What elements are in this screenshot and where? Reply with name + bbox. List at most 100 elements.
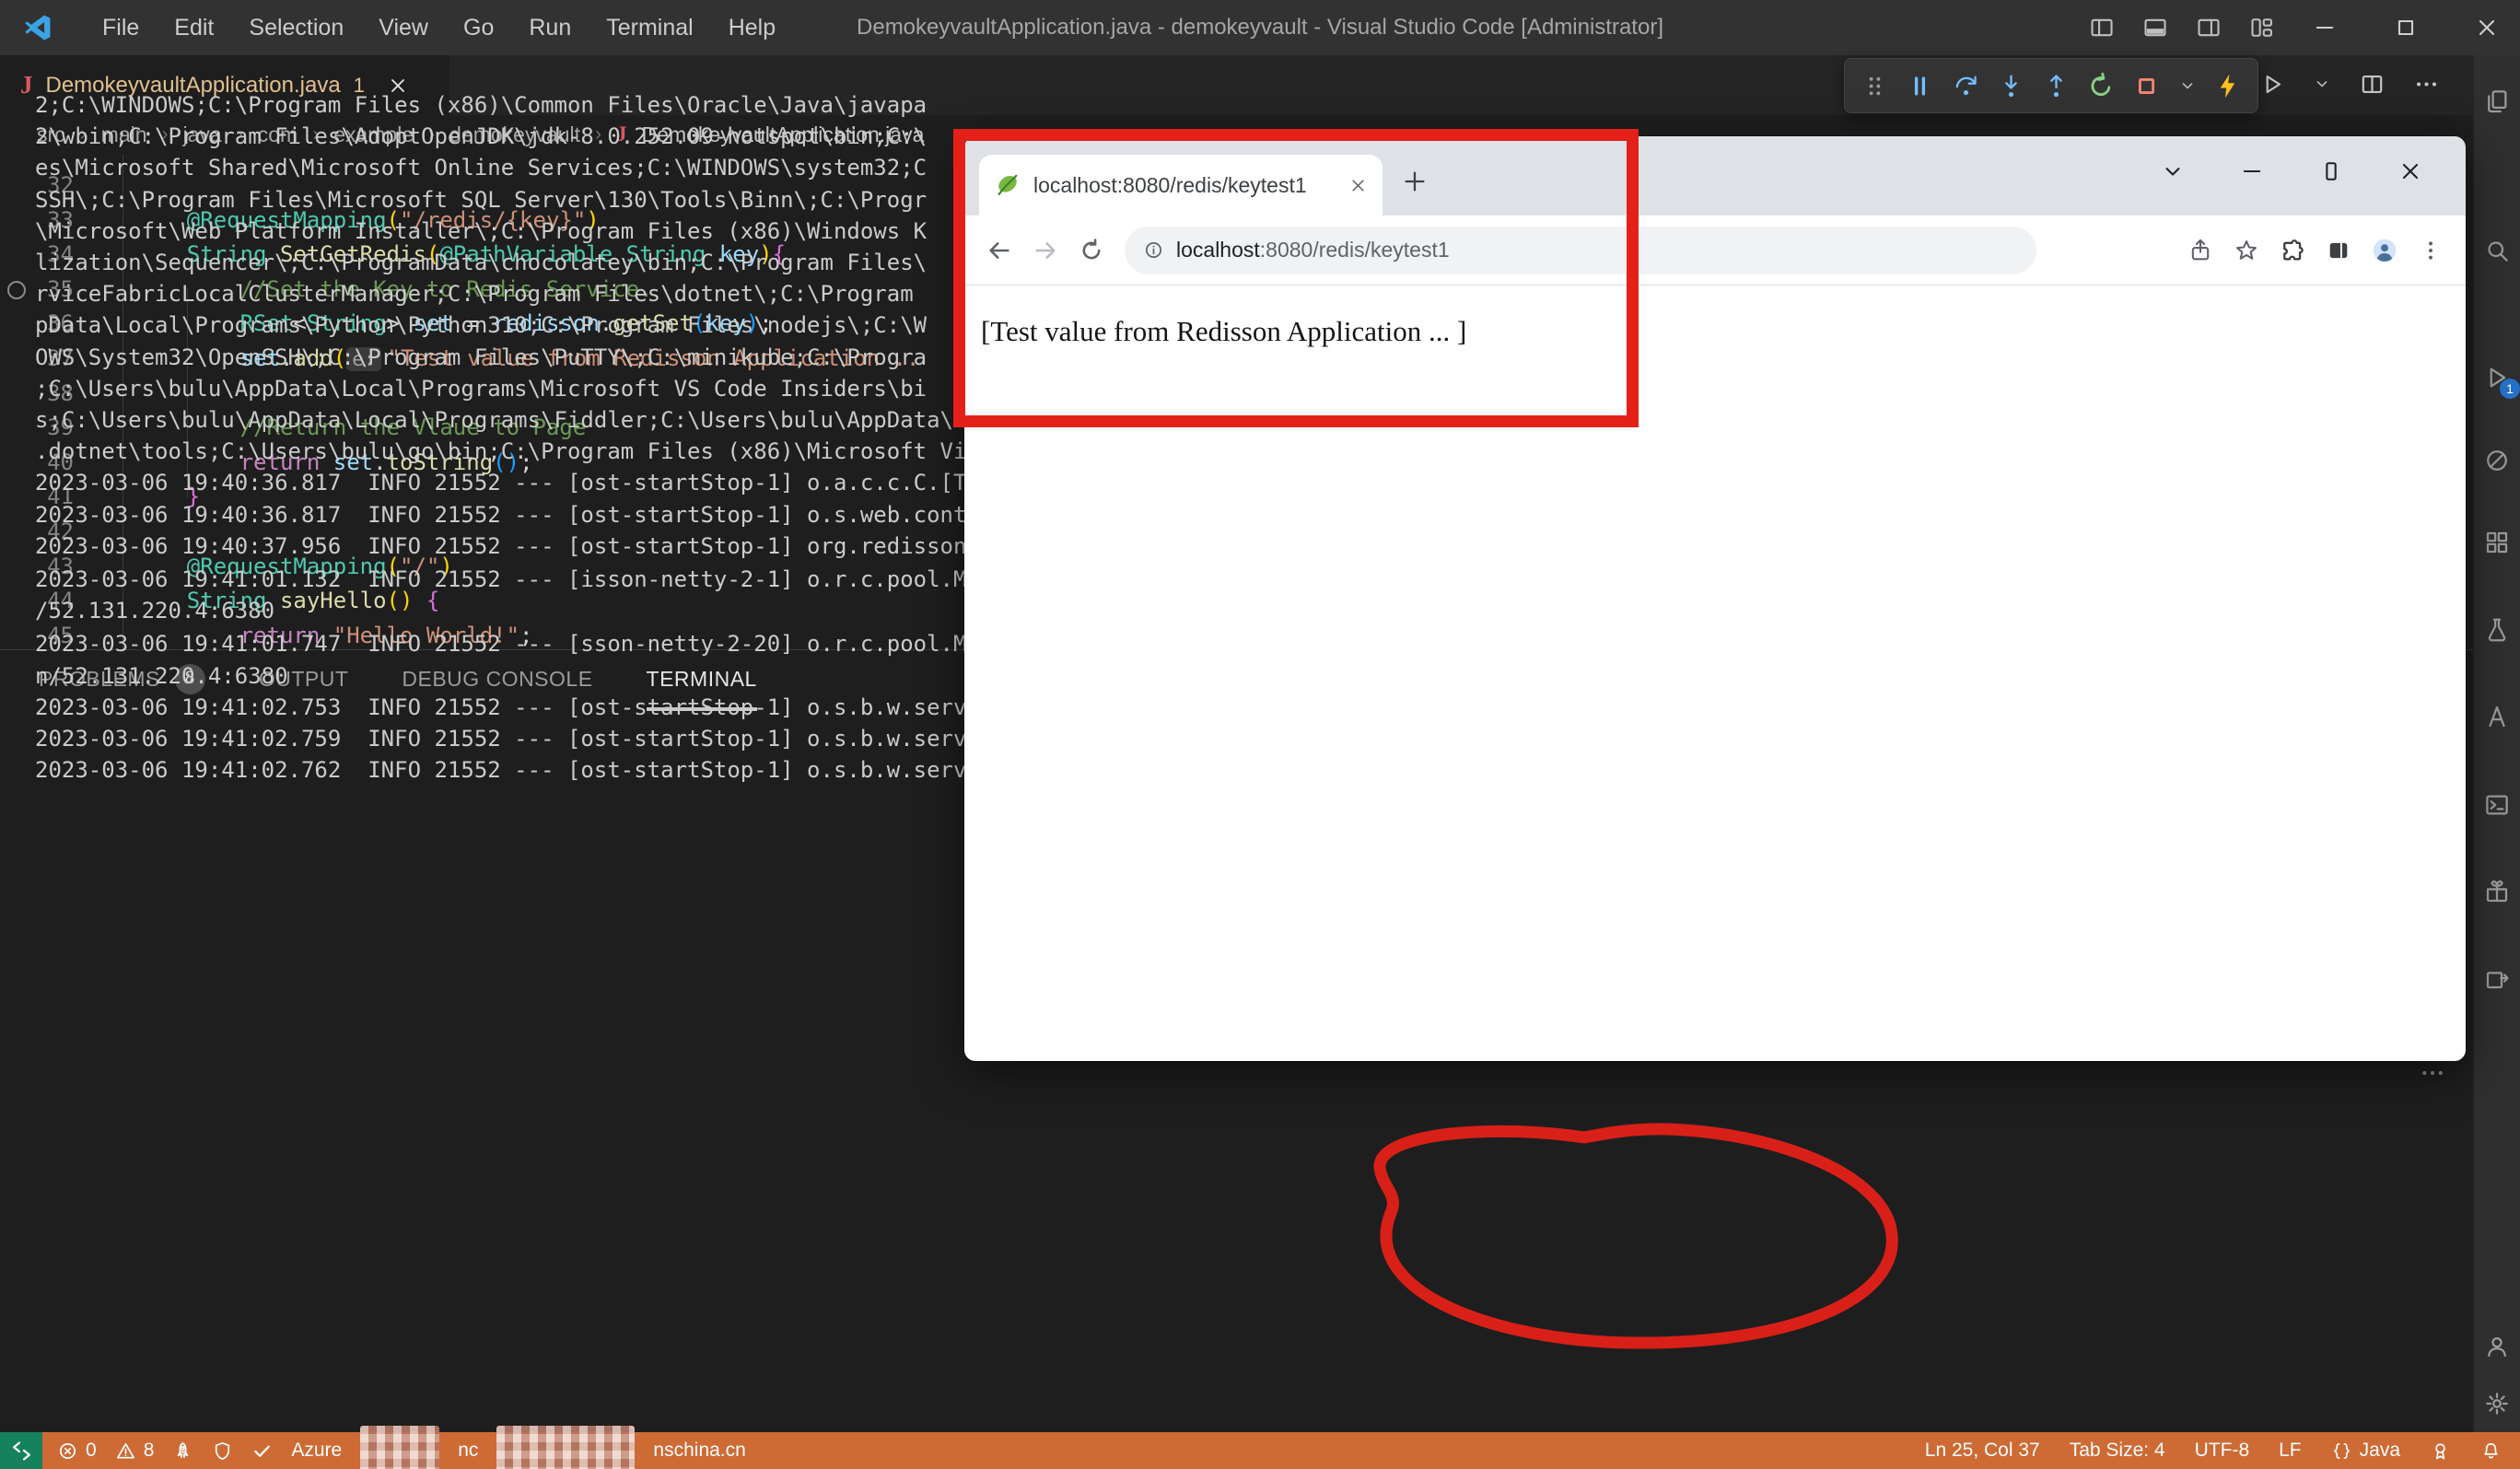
breakpoint-icon[interactable] [7, 280, 26, 299]
browser-minimize-icon[interactable] [2239, 158, 2265, 184]
gear-icon[interactable] [2483, 1390, 2511, 1417]
stop-icon[interactable] [2132, 72, 2161, 100]
maximize-icon[interactable] [2393, 15, 2419, 41]
menu-item-edit[interactable]: Edit [157, 0, 231, 55]
status-bar: 0 8 Azure nc nschina.cn Ln 25, Col 37 Tab Siz… [0, 1426, 2520, 1469]
status-text: Azure [291, 1440, 343, 1461]
forward-icon[interactable] [1032, 238, 1058, 263]
chevron-down-icon[interactable] [2313, 75, 2331, 93]
step-out-icon[interactable] [2042, 72, 2071, 100]
gift-icon[interactable] [2483, 878, 2511, 905]
status-text: Tab Size: 4 [2069, 1440, 2165, 1461]
close-x-icon[interactable] [2474, 15, 2500, 41]
pause-icon[interactable] [1906, 72, 1934, 100]
bell-icon [2480, 1440, 2502, 1462]
status-item-bell[interactable] [2480, 1440, 2502, 1462]
menu-item-file[interactable]: File [85, 0, 157, 55]
status-item[interactable]: nschina.cn [653, 1440, 745, 1462]
status-item[interactable]: UTF-8 [2195, 1440, 2250, 1462]
status-item[interactable]: Azure [291, 1440, 342, 1462]
circle-slash-icon[interactable] [2483, 447, 2511, 474]
layout-custom-icon[interactable] [2249, 15, 2275, 41]
browser-close-icon[interactable] [2398, 158, 2423, 184]
menu-item-terminal[interactable]: Terminal [589, 0, 710, 55]
package-icon[interactable] [2483, 964, 2511, 992]
browser-menu-chevron-icon[interactable] [2160, 158, 2186, 184]
share-icon[interactable] [2188, 238, 2213, 263]
status-left: 0 8 Azure nc nschina.cn [0, 1426, 746, 1469]
layout-controls [2089, 0, 2275, 55]
browser-tab-close-icon[interactable] [1348, 176, 1368, 195]
browser-content: [Test value from Redisson Application ..… [964, 286, 2466, 1061]
lightning-icon[interactable] [2213, 72, 2242, 100]
layout-panel-icon[interactable] [2142, 15, 2168, 41]
bookmark-star-icon[interactable] [2234, 238, 2259, 263]
status-item[interactable]: Ln 25, Col 37 [1925, 1440, 2040, 1462]
browser-window[interactable]: localhost:8080/redis/keytest1 localhost:… [964, 136, 2466, 1061]
restart-icon[interactable] [2087, 72, 2116, 100]
status-item[interactable]: Tab Size: 4 [2070, 1440, 2165, 1462]
grip-icon[interactable] [1861, 72, 1889, 100]
status-item-braces[interactable]: Java [2331, 1440, 2400, 1462]
menubar: File Edit Selection View Go Run Terminal Help [85, 0, 793, 55]
address-bar[interactable]: localhost:8080/redis/keytest1 [1125, 226, 2036, 274]
grid-icon[interactable] [2483, 529, 2511, 556]
status-text: 0 [86, 1440, 97, 1461]
status-item-rocket[interactable] [172, 1440, 193, 1462]
titlebar: File Edit Selection View Go Run Terminal Help D… [0, 0, 2520, 55]
menu-item-help[interactable]: Help [711, 0, 793, 55]
browser-menu-icon[interactable] [2418, 238, 2444, 263]
step-into-icon[interactable] [1997, 72, 2025, 100]
new-tab-icon[interactable] [1401, 168, 1429, 195]
status-text: nc [458, 1440, 479, 1461]
more-actions-icon[interactable] [2413, 1059, 2452, 1087]
status-item-warning[interactable]: 8 [115, 1440, 154, 1462]
browser-maximize-icon[interactable] [2318, 158, 2344, 184]
menu-item-run[interactable]: Run [511, 0, 589, 55]
profile-avatar[interactable] [2372, 238, 2398, 263]
chevron-down-icon[interactable] [2178, 76, 2197, 95]
layout-sidebar-left-icon[interactable] [2089, 15, 2115, 41]
status-item-award[interactable] [2430, 1440, 2451, 1462]
status-item-shield[interactable] [212, 1440, 233, 1462]
menu-item-view[interactable]: View [361, 0, 446, 55]
screen: File Edit Selection View Go Run Terminal Help D… [0, 0, 2520, 1469]
status-item-check[interactable] [251, 1440, 273, 1462]
search-icon[interactable] [2483, 237, 2511, 264]
browser-window-controls [2160, 158, 2423, 184]
browser-tabstrip: localhost:8080/redis/keytest1 [964, 136, 2466, 216]
copy-icon[interactable] [2483, 87, 2511, 115]
reload-icon[interactable] [1079, 238, 1104, 263]
redacted-text [496, 1426, 636, 1469]
remote-indicator[interactable] [0, 1432, 42, 1469]
debug-play-icon[interactable]: 1 [2483, 364, 2520, 399]
browser-toolbar: localhost:8080/redis/keytest1 [964, 216, 2466, 286]
browser-tab[interactable]: localhost:8080/redis/keytest1 [979, 155, 1382, 216]
side-panel-icon[interactable] [2326, 238, 2351, 263]
badge: 1 [2500, 379, 2520, 399]
layout-sidebar-right-icon[interactable] [2196, 15, 2222, 41]
menu-item-selection[interactable]: Selection [231, 0, 361, 55]
circle-slash-icon [2483, 447, 2511, 474]
step-over-icon[interactable] [1952, 72, 1980, 100]
minimize-icon[interactable] [2312, 15, 2338, 41]
back-icon[interactable] [986, 238, 1012, 263]
url-path: :8080/redis/keytest1 [1259, 238, 1450, 262]
beaker-icon[interactable] [2483, 616, 2511, 644]
letter-a-icon[interactable] [2483, 703, 2511, 730]
status-item[interactable]: nc [458, 1440, 478, 1462]
beaker-icon [2483, 616, 2511, 644]
status-item[interactable]: LF [2279, 1440, 2302, 1462]
terminal-box-icon[interactable] [2483, 791, 2511, 819]
status-right: Ln 25, Col 37 Tab Size: 4 UTF-8 LF Java [1925, 1432, 2520, 1469]
site-info-icon[interactable] [1143, 239, 1164, 261]
split-icon[interactable] [2359, 71, 2386, 98]
window-controls [2312, 0, 2500, 55]
extensions-puzzle-icon[interactable] [2280, 238, 2305, 263]
spring-favicon [994, 171, 1021, 199]
letter-a-icon [2483, 703, 2511, 730]
status-item-error-circle[interactable]: 0 [57, 1440, 97, 1462]
menu-item-go[interactable]: Go [446, 0, 511, 55]
more-h-icon[interactable] [2413, 71, 2440, 98]
person-icon[interactable] [2483, 1333, 2511, 1360]
